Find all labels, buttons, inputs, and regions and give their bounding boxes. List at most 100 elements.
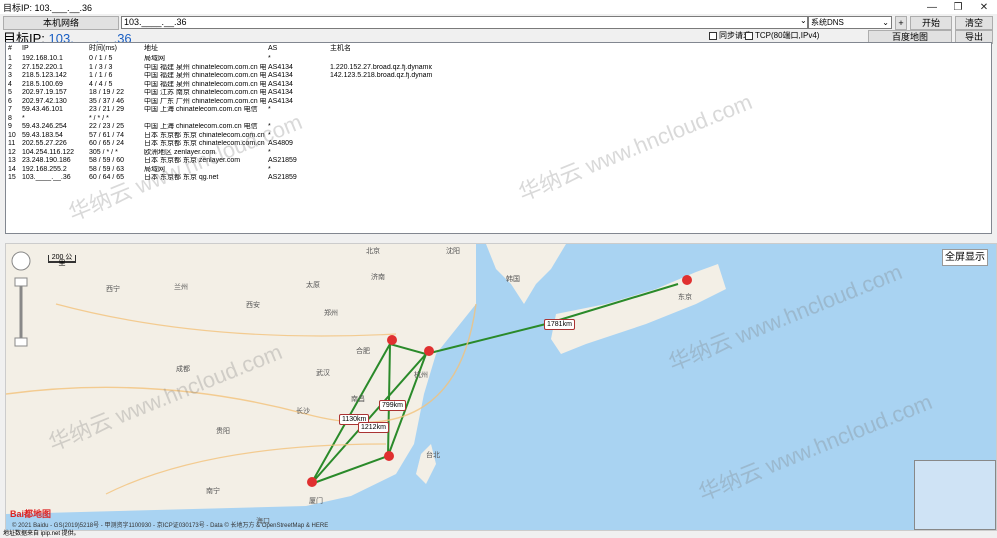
table-cell <box>142 115 266 124</box>
table-row[interactable]: 7 59.43.46.101 23 / 21 / 29 中国 上海 chinatele… <box>6 106 991 115</box>
table-row[interactable]: 8 * * / * / * <box>6 115 991 124</box>
clear-button[interactable]: 清空 <box>955 16 993 30</box>
table-row[interactable]: 1 192.168.10.1 0 / 1 / 5 局域网 * <box>6 55 991 64</box>
table-cell: * <box>22 114 25 122</box>
table-row[interactable]: 11 202.55.27.226 60 / 65 / 24 日本 东京都 东京 chi… <box>6 140 991 149</box>
table-cell: 59.43.183.54 <box>22 131 63 139</box>
header-as[interactable]: AS <box>266 43 328 55</box>
table-cell: 57 / 61 / 74 <box>89 131 125 139</box>
map-marker-guangzhou[interactable] <box>307 477 317 487</box>
korea-landmass <box>486 244 566 304</box>
ip-dropdown-icon[interactable]: ⌄ <box>800 16 807 25</box>
table-cell: 日本 东京都 东京 chinatelecom.com.cn 电信 <box>144 131 266 139</box>
table-cell <box>266 115 328 124</box>
baidu-map[interactable]: 200 公里 韩国 合肥 武汉 长沙 成都 西安 兰州 西宁 贵阳 南宁 海口 … <box>5 243 997 531</box>
table-row[interactable]: 12 104.254.116.122 305 / * / * 欧洲地区 zenlaye… <box>6 149 991 158</box>
close-icon[interactable]: ✕ <box>971 2 997 13</box>
table-row[interactable]: 10 59.43.183.54 57 / 61 / 74 日本 东京都 东京 chin… <box>6 132 991 141</box>
map-zoom-control[interactable] <box>10 250 32 353</box>
map-overview[interactable] <box>914 460 996 530</box>
target-ip-input[interactable]: 103.____.__.36 <box>121 16 808 29</box>
table-cell <box>328 115 432 124</box>
start-button[interactable]: 开始 <box>910 16 952 30</box>
header-address[interactable]: 地址 <box>142 43 266 55</box>
table-cell: 中国 福建 泉州 chinatelecom.com.cn 电信 <box>144 63 266 71</box>
table-cell: 192.168.10.1 <box>22 55 63 62</box>
table-cell: 60 / 64 / 65 <box>89 174 125 181</box>
city-label: 韩国 <box>506 276 520 283</box>
city-label: 兰州 <box>174 284 188 291</box>
table-cell: 1 / 3 / 3 <box>89 63 113 71</box>
map-canvas <box>6 244 726 514</box>
table-cell: 6 <box>8 97 12 105</box>
table-cell: 日本 东京都 东京 qg.net <box>144 174 219 181</box>
table-cell <box>328 157 432 166</box>
table-cell: AS4809 <box>268 140 293 147</box>
city-label: 西安 <box>246 302 260 309</box>
minimize-icon[interactable]: — <box>919 2 945 13</box>
tcp-option-label: TCP(80端口,IPv4) <box>755 31 820 40</box>
map-marker-shanghai[interactable] <box>424 346 434 356</box>
city-label: 西宁 <box>106 286 120 293</box>
distance-label: 799km <box>379 400 407 411</box>
table-cell: 4 / 4 / 5 <box>89 80 113 88</box>
city-label: 北京 <box>366 248 380 255</box>
table-cell <box>328 149 432 158</box>
table-cell: 欧洲地区 zenlayer.com <box>144 148 216 156</box>
table-cell <box>328 106 432 115</box>
baidu-logo[interactable]: Bai都地图 <box>10 507 51 520</box>
table-cell: 35 / 37 / 46 <box>89 97 125 105</box>
header-ip[interactable]: IP <box>20 43 87 55</box>
table-cell: 中国 广东 广州 chinatelecom.com.cn 电信 <box>144 97 266 105</box>
tcp-option-checkbox[interactable]: TCP(80端口,IPv4) <box>745 30 819 41</box>
restore-icon[interactable]: ❐ <box>945 2 971 13</box>
map-marker-nanjing[interactable] <box>387 335 397 345</box>
dns-select[interactable]: 系统DNS ⌄ <box>808 16 892 29</box>
table-cell: 202.97.19.157 <box>22 89 67 96</box>
table-cell: * <box>268 106 271 113</box>
trace-results-table[interactable]: # IP 时间(ms) 地址 AS 主机名 1 192.168.10.1 0 / 1… <box>5 42 992 234</box>
add-dns-button[interactable]: + <box>895 16 907 30</box>
table-cell: 27.152.220.1 <box>22 63 63 71</box>
table-row[interactable]: 4 218.5.100.69 4 / 4 / 5 中国 福建 泉州 chinatele… <box>6 81 991 90</box>
table-cell: 中国 上海 chinatelecom.com.cn 电信 <box>144 106 258 113</box>
table-cell: 5 <box>8 89 12 96</box>
table-cell <box>328 140 432 149</box>
table-row[interactable]: 14 192.168.255.2 58 / 59 / 63 局域网 * <box>6 166 991 175</box>
table-cell: AS4134 <box>268 89 293 96</box>
table-row[interactable]: 6 202.97.42.130 35 / 37 / 46 中国 广东 广州 china… <box>6 98 991 107</box>
distance-label: 1212km <box>358 422 389 433</box>
table-cell: 23 / 21 / 29 <box>89 106 125 113</box>
table-cell: 202.97.42.130 <box>22 97 67 105</box>
city-label: 南昌 <box>351 396 365 403</box>
header-time[interactable]: 时间(ms) <box>87 43 142 55</box>
window-title: 目标IP: 103.___.__.36 <box>3 2 93 13</box>
map-marker-tokyo[interactable] <box>682 275 692 285</box>
table-cell: 59.43.246.254 <box>22 123 67 130</box>
table-cell: AS4134 <box>268 63 293 71</box>
table-row[interactable]: 2 27.152.220.1 1 / 3 / 3 中国 福建 泉州 chinatele… <box>6 64 991 73</box>
table-cell: 59.43.46.101 <box>22 106 63 113</box>
table-cell: * / * / * <box>89 114 109 122</box>
table-cell: 13 <box>8 157 16 164</box>
table-cell: 7 <box>8 106 12 113</box>
table-cell: 局域网 <box>144 55 165 62</box>
header-hostname[interactable]: 主机名 <box>328 43 432 55</box>
city-label: 成都 <box>176 366 190 373</box>
table-row[interactable]: 9 59.43.246.254 22 / 23 / 25 中国 上海 chinatel… <box>6 123 991 132</box>
table-cell: 103.____.__.36 <box>22 174 71 181</box>
table-cell: 12 <box>8 148 16 156</box>
table-row[interactable]: 5 202.97.19.157 18 / 19 / 22 中国 江苏 南京 china… <box>6 89 991 98</box>
table-row[interactable]: 13 23.248.190.186 58 / 59 / 60 日本 东京都 东京 ze… <box>6 157 991 166</box>
city-label: 济南 <box>371 274 385 281</box>
table-row[interactable]: 15 103.____.__.36 60 / 64 / 65 日本 东京都 东京 qg… <box>6 174 991 183</box>
table-cell: 中国 福建 泉州 chinatelecom.com.cn 电信 <box>144 80 266 88</box>
map-marker-quanzhou[interactable] <box>384 451 394 461</box>
table-row[interactable]: 3 218.5.123.142 1 / 1 / 6 中国 福建 泉州 chinatel… <box>6 72 991 81</box>
header-index[interactable]: # <box>6 43 20 55</box>
table-cell: 58 / 59 / 63 <box>89 165 125 173</box>
mainland-china <box>6 244 476 514</box>
table-cell: 1 / 1 / 6 <box>89 72 113 79</box>
fullscreen-button[interactable]: 全屏显示 <box>942 249 988 266</box>
city-label: 南宁 <box>206 488 220 495</box>
